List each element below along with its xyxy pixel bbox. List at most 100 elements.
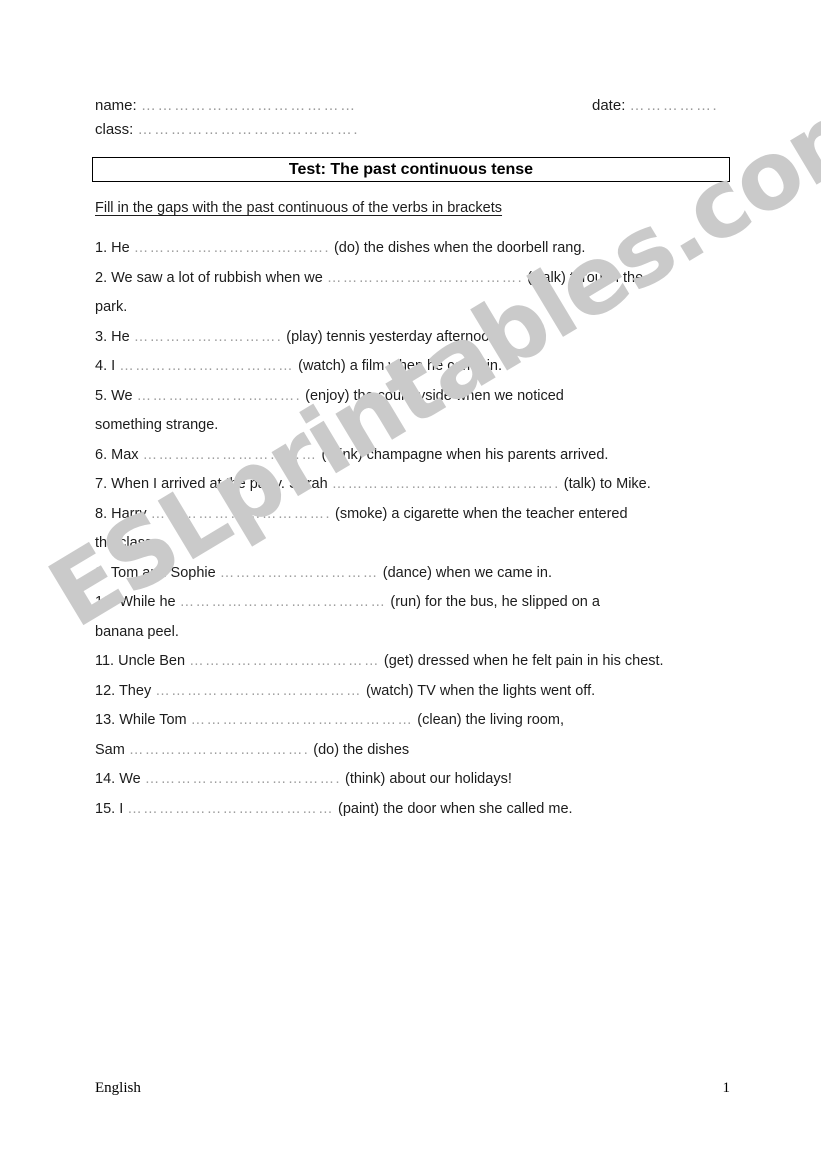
answer-blank[interactable]: ………………………. <box>134 329 283 345</box>
question-text-after: (drink) champagne when his parents arriv… <box>321 446 609 463</box>
answer-blank[interactable]: ………………………………. <box>134 240 330 256</box>
question-line: the class. <box>95 529 745 559</box>
question-number: 9. <box>95 564 108 581</box>
answer-blank[interactable]: ……………………………………. <box>332 476 560 492</box>
question-number: 2. <box>95 269 108 286</box>
answer-blank[interactable]: ………………………………… <box>127 801 334 817</box>
question-number: 6. <box>95 446 108 463</box>
question-text-before: While Tom <box>119 712 187 728</box>
question-text-before: He <box>111 240 130 256</box>
question-text-after: (smoke) a cigarette when the teacher ent… <box>334 505 628 522</box>
question-line: 5. We …………………………. (enjoy) the countrysid… <box>95 382 745 412</box>
answer-blank[interactable]: ………………………… <box>220 565 379 581</box>
date-label: date: <box>592 97 626 114</box>
question-number: 11. <box>95 653 115 669</box>
question-number: 15. <box>95 800 116 817</box>
question-number: 5. <box>95 387 108 404</box>
question-text-before: Max <box>111 446 139 463</box>
question-line: something strange. <box>95 411 745 441</box>
question-text-after: (paint) the door when she called me. <box>338 800 573 817</box>
date-blank-line[interactable]: ……………. <box>630 97 719 114</box>
question-text-before: We <box>111 387 133 404</box>
question-text-after: (enjoy) the countryside when we noticed <box>305 387 564 404</box>
question-text-after: (play) tennis yesterday afternoon. <box>286 328 502 345</box>
question-text-before: Sam <box>95 741 125 758</box>
question-text-before: banana peel. <box>95 623 179 640</box>
question-text-after: (run) for the bus, he slipped on a <box>390 594 600 610</box>
question-text-before: He <box>111 328 130 345</box>
question-line: 15. I ………………………………… (paint) the door whe… <box>95 795 745 825</box>
question-text-after: (do) the dishes <box>313 741 410 758</box>
question-number: 10. <box>95 594 116 610</box>
answer-blank[interactable]: ……………………………. <box>129 742 309 758</box>
name-blank-line[interactable]: ………………………………… <box>141 97 357 114</box>
question-line: 7. When I arrived at the party. Sarah ……… <box>95 470 745 500</box>
worksheet-title-box: Test: The past continuous tense <box>92 157 730 182</box>
student-info-header: name: ………………………………… date: ……………. class: … <box>95 97 735 145</box>
question-text-before: I <box>119 800 124 817</box>
question-line: 11. Uncle Ben ……………………………… (get) dressed… <box>95 647 745 677</box>
question-text-before: Uncle Ben <box>118 653 186 669</box>
question-text-before: We <box>119 771 141 787</box>
question-line: 6. Max …………………………… (drink) champagne whe… <box>95 441 745 471</box>
worksheet-content: name: ………………………………… date: ……………. class: … <box>0 0 821 1169</box>
question-text-after: (do) the dishes when the doorbell rang. <box>333 240 586 256</box>
question-text-before: something strange. <box>95 417 219 433</box>
question-text-after: (walk) through the <box>527 269 644 286</box>
date-group: date: ……………. <box>592 97 718 114</box>
name-label: name: <box>95 97 137 114</box>
answer-blank[interactable]: …………………………. <box>137 388 301 404</box>
question-text-before: They <box>118 682 152 699</box>
question-number: 12. <box>95 682 116 699</box>
question-text-after: (clean) the living room, <box>417 712 564 728</box>
question-line: park. <box>95 293 745 323</box>
page-title: Test: The past continuous tense <box>288 160 534 178</box>
class-label: class: <box>95 121 134 138</box>
answer-blank[interactable]: ……………………………. <box>151 506 331 522</box>
answer-blank[interactable]: ……………………………… <box>189 653 380 669</box>
question-line: 9. Tom and Sophie ………………………… (dance) whe… <box>95 559 745 589</box>
question-text-before: We saw a lot of rubbish when we <box>111 269 323 286</box>
answer-blank[interactable]: ………………………………. <box>327 270 523 286</box>
answer-blank[interactable]: …………………………………… <box>191 712 414 728</box>
question-number: 3. <box>95 328 108 345</box>
question-text-before: Harry <box>111 505 147 522</box>
question-number: 4. <box>95 358 108 374</box>
question-number: 1. <box>95 240 108 256</box>
question-text-before: Tom and Sophie <box>110 564 216 581</box>
answer-blank[interactable]: ………………………………… <box>180 594 387 610</box>
question-text-before: the class. <box>95 535 157 551</box>
exercise-instruction: Fill in the gaps with the past continuou… <box>95 200 503 216</box>
question-line: 1. He ………………………………. (do) the dishes when… <box>95 234 745 264</box>
question-line: 8. Harry ……………………………. (smoke) a cigarett… <box>95 500 745 530</box>
question-line: 13. While Tom …………………………………… (clean) the… <box>95 706 745 736</box>
question-text-before: I <box>111 358 116 374</box>
question-line: Sam ……………………………. (do) the dishes <box>95 736 745 766</box>
question-number: 13. <box>95 712 116 728</box>
question-text-after: (get) dressed when he felt pain in his c… <box>383 653 664 669</box>
answer-blank[interactable]: …………………………… <box>143 447 318 463</box>
question-number: 7. <box>95 476 108 492</box>
answer-blank[interactable]: …………………………… <box>119 358 294 374</box>
question-text-after: (talk) to Mike. <box>563 476 651 492</box>
question-number: 14. <box>95 771 116 787</box>
question-line: 2. We saw a lot of rubbish when we ……………… <box>95 264 745 294</box>
question-line: banana peel. <box>95 618 745 648</box>
question-text-before: While he <box>119 594 176 610</box>
answer-blank[interactable]: ………………………………… <box>155 683 362 699</box>
question-text-before: When I arrived at the party. Sarah <box>111 476 328 492</box>
class-row: class: …………………………………. <box>95 121 735 145</box>
question-text-after: (dance) when we came in. <box>382 564 552 581</box>
answer-blank[interactable]: ………………………………. <box>145 771 341 787</box>
question-line: 4. I …………………………… (watch) a film when he … <box>95 352 745 382</box>
question-line: 12. They ………………………………… (watch) TV when t… <box>95 677 745 707</box>
question-text-after: (think) about our holidays! <box>345 771 512 787</box>
question-text-before: park. <box>95 299 128 315</box>
name-row: name: ………………………………… date: ……………. <box>95 97 735 121</box>
question-number: 8. <box>95 505 108 522</box>
question-text-after: (watch) a film when he came in. <box>298 358 503 374</box>
question-line: 14. We ………………………………. (think) about our h… <box>95 765 745 795</box>
question-line: 10. While he ………………………………… (run) for the… <box>95 588 745 618</box>
class-blank-line[interactable]: …………………………………. <box>138 121 360 138</box>
question-line: 3. He ………………………. (play) tennis yesterday… <box>95 323 745 353</box>
